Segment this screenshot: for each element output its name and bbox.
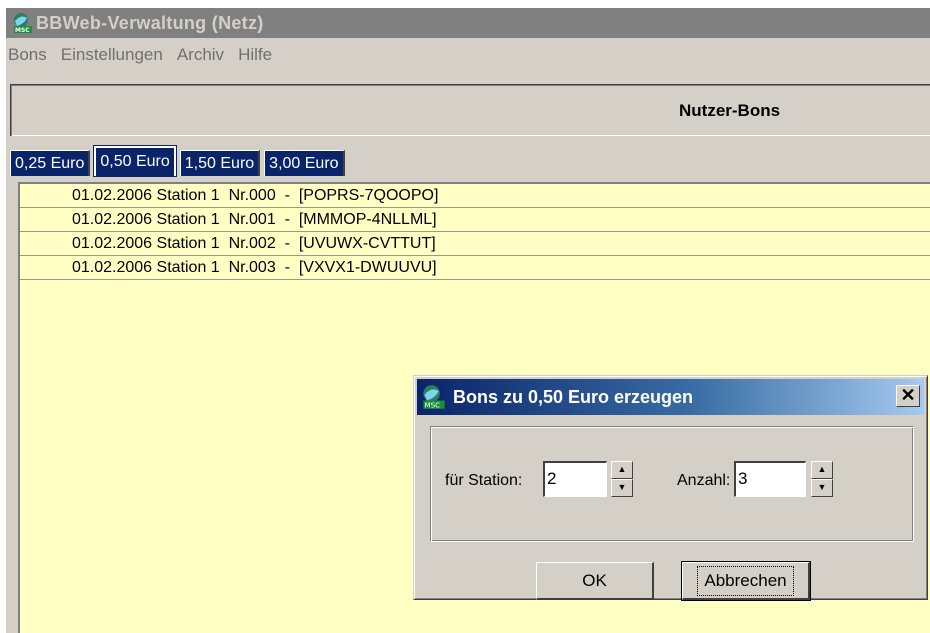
- list-item[interactable]: 01.02.2006 Station 1 Nr.002 - [UVUWX-CVT…: [20, 232, 930, 256]
- count-spinner[interactable]: ▲ ▼: [811, 461, 833, 497]
- close-button[interactable]: ✕: [896, 385, 920, 407]
- tab-1-50-euro[interactable]: 1,50 Euro: [179, 150, 261, 176]
- close-icon: ✕: [900, 385, 916, 405]
- count-value: 3: [738, 469, 748, 488]
- menu-einstellungen[interactable]: Einstellungen: [59, 45, 169, 65]
- station-label: für Station:: [445, 472, 523, 489]
- spin-down-icon[interactable]: ▼: [611, 479, 633, 497]
- spin-down-icon[interactable]: ▼: [811, 479, 833, 497]
- menu-bons[interactable]: Bons: [6, 45, 53, 65]
- header-panel: Nutzer-Bons: [10, 84, 930, 136]
- tab-0-25-euro[interactable]: 0,25 Euro: [10, 150, 91, 176]
- tab-0-50-euro[interactable]: 0,50 Euro: [93, 145, 177, 177]
- station-value: 2: [547, 469, 557, 488]
- ok-label: OK: [582, 570, 607, 590]
- msc-logo-icon: MSC: [423, 385, 445, 410]
- tab-strip: 0,25 Euro 0,50 Euro 1,50 Euro 3,00 Euro: [10, 145, 930, 177]
- ok-button[interactable]: OK: [536, 562, 654, 600]
- cancel-button[interactable]: Abbrechen: [681, 561, 811, 601]
- list-item[interactable]: 01.02.2006 Station 1 Nr.003 - [VXVX1-DWU…: [20, 256, 930, 280]
- menu-archiv[interactable]: Archiv: [175, 45, 230, 65]
- screen: MSC BBWeb-Verwaltung (Netz) Bons Einstel…: [0, 0, 930, 633]
- count-field[interactable]: 3: [734, 461, 806, 497]
- msc-logo-icon: MSC: [14, 13, 32, 34]
- spin-up-icon[interactable]: ▲: [811, 461, 833, 479]
- create-bons-dialog: MSC Bons zu 0,50 Euro erzeugen ✕ für Sta…: [413, 375, 928, 601]
- page-title: Nutzer-Bons: [679, 101, 781, 120]
- list-item[interactable]: 01.02.2006 Station 1 Nr.000 - [POPRS-7QO…: [20, 184, 930, 208]
- menu-bar: Bons Einstellungen Archiv Hilfe: [6, 38, 930, 72]
- cancel-label: Abbrechen: [697, 565, 794, 596]
- spin-up-icon[interactable]: ▲: [611, 461, 633, 479]
- station-field[interactable]: 2: [543, 461, 607, 497]
- window-title: BBWeb-Verwaltung (Netz): [36, 12, 264, 33]
- svg-text:MSC: MSC: [15, 27, 30, 34]
- menu-hilfe[interactable]: Hilfe: [236, 45, 278, 65]
- svg-text:MSC: MSC: [425, 401, 441, 410]
- dialog-titlebar[interactable]: MSC Bons zu 0,50 Euro erzeugen ✕: [417, 379, 924, 415]
- tab-3-00-euro[interactable]: 3,00 Euro: [264, 150, 345, 176]
- station-spinner[interactable]: ▲ ▼: [611, 461, 633, 497]
- dialog-input-group: für Station: 2 ▲ ▼ Anzahl: 3 ▲ ▼: [430, 426, 914, 542]
- count-label: Anzahl:: [677, 472, 731, 489]
- main-titlebar[interactable]: MSC BBWeb-Verwaltung (Netz): [6, 8, 930, 38]
- list-item[interactable]: 01.02.2006 Station 1 Nr.001 - [MMMOP-4NL…: [20, 208, 930, 232]
- dialog-title: Bons zu 0,50 Euro erzeugen: [453, 386, 694, 407]
